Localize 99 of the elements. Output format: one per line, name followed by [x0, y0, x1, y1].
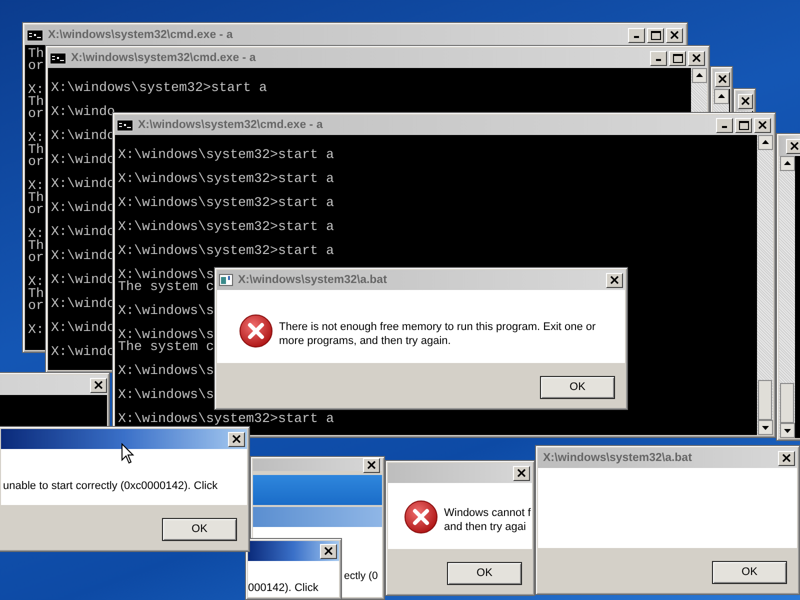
close-icon [741, 97, 750, 105]
console-line: X:\windows\s [118, 306, 214, 318]
console-line: X:\windows\system32>start a [118, 150, 334, 162]
title-bar[interactable] [388, 463, 532, 483]
window-title: X:\windows\system32\cmd.exe - a [71, 52, 256, 64]
close-icon [232, 435, 241, 443]
scrollbar-thumb[interactable] [780, 383, 794, 423]
console-line: X:\windows\s [118, 366, 214, 378]
scroll-down-icon[interactable] [758, 420, 772, 435]
console-line: X: [28, 325, 44, 337]
window-title: X:\windows\system32\a.bat [543, 452, 692, 464]
close-button[interactable] [778, 450, 795, 466]
close-button[interactable] [666, 28, 683, 42]
close-icon [758, 121, 767, 129]
scroll-up-icon[interactable] [692, 68, 706, 83]
console-line: Th [28, 49, 44, 61]
console-line: or [28, 61, 44, 73]
console-line: X:\windows\system32>start a [118, 414, 334, 426]
console-line: X:\windows\system32>start a [51, 83, 267, 95]
console-line: X:\windows\system32>start a [118, 222, 334, 234]
app-icon [219, 274, 233, 286]
console-line: The system c [118, 342, 214, 354]
console-icon [117, 120, 133, 130]
console-line: or [28, 205, 44, 217]
ok-button[interactable]: OK [447, 562, 522, 584]
error-icon [404, 500, 438, 534]
console-line: X:\windo [51, 107, 115, 119]
close-button[interactable] [754, 118, 771, 132]
console-line: or [28, 253, 44, 265]
close-icon [790, 142, 799, 150]
close-button[interactable] [513, 466, 530, 480]
console-icon [50, 52, 66, 64]
title-bar[interactable]: X:\windows\system32\cmd.exe - a [48, 48, 707, 68]
close-icon [94, 381, 103, 389]
console-line: Th [28, 97, 44, 109]
console-line: or [28, 109, 44, 121]
scroll-down-icon[interactable] [780, 423, 794, 438]
close-icon [692, 54, 701, 62]
close-button[interactable] [228, 432, 245, 446]
scroll-up-icon[interactable] [758, 135, 772, 150]
console-line: X:\windows\system32>start a [118, 246, 334, 258]
title-bar[interactable]: X:\windows\system32\a.bat [217, 270, 625, 290]
message-text: 000142). Click [248, 581, 318, 595]
maximize-button[interactable] [669, 50, 686, 66]
console-line: Th [28, 145, 44, 157]
maximize-button[interactable] [735, 118, 752, 132]
close-icon [517, 469, 526, 477]
console-line: or [28, 157, 44, 169]
close-icon [367, 461, 376, 469]
minimize-button[interactable] [628, 28, 645, 42]
close-icon [718, 75, 727, 83]
maximize-button[interactable] [647, 28, 664, 42]
close-button[interactable] [786, 138, 800, 154]
message-text: and then try agai [444, 520, 526, 534]
console-line: Th [28, 289, 44, 301]
maximize-icon [672, 54, 682, 62]
message-text: more programs, and then try again. [279, 334, 451, 348]
console-line: The system c [118, 282, 214, 294]
title-bar[interactable]: X:\windows\system32\a.bat [538, 448, 797, 468]
scrollbar-thumb[interactable] [758, 380, 772, 420]
ok-button[interactable]: OK [162, 518, 237, 540]
console-line: Th [28, 241, 44, 253]
title-bar[interactable]: X:\windows\system32\cmd.exe - a [25, 25, 685, 45]
console-line: X:\windows\s [118, 390, 214, 402]
scroll-up-icon[interactable] [714, 89, 728, 104]
minimize-button[interactable] [650, 50, 667, 66]
window-title: X:\windows\system32\cmd.exe - a [138, 119, 323, 131]
close-icon [324, 547, 333, 555]
window-title: X:\windows\system32\cmd.exe - a [48, 29, 233, 41]
error-icon [239, 314, 273, 348]
title-bar[interactable]: X:\windows\system32\cmd.exe - a [115, 115, 773, 135]
close-icon [670, 31, 679, 39]
maximize-icon [738, 120, 748, 130]
maximize-icon [650, 30, 660, 40]
console-line: X:\windows\system32>start a [118, 198, 334, 210]
message-text: ectly (0 [344, 569, 378, 583]
scroll-up-icon[interactable] [780, 156, 794, 171]
window-title: X:\windows\system32\a.bat [238, 274, 387, 286]
message-text: There is not enough free memory to run this program. Exit one or [279, 320, 596, 334]
close-button[interactable] [688, 50, 705, 66]
message-text: Windows cannot f [444, 506, 531, 520]
console-icon [27, 30, 43, 40]
message-text: unable to start correctly (0xc0000142). Click [3, 479, 218, 493]
console-line: Th [28, 193, 44, 205]
close-icon [782, 454, 791, 462]
ok-button[interactable]: OK [712, 560, 787, 584]
close-button[interactable] [90, 378, 107, 392]
title-bar[interactable] [248, 541, 339, 561]
close-button[interactable] [320, 544, 337, 558]
close-icon [610, 276, 619, 284]
minimize-button[interactable] [716, 118, 733, 132]
close-button[interactable] [606, 272, 623, 288]
title-bar[interactable] [253, 459, 382, 471]
title-bar[interactable] [779, 136, 800, 156]
ok-button[interactable]: OK [540, 376, 615, 398]
console-line: X:\windows\system32>start a [118, 174, 334, 186]
close-button[interactable] [363, 458, 380, 472]
title-bar[interactable] [1, 429, 247, 449]
console-line: or [28, 301, 44, 313]
